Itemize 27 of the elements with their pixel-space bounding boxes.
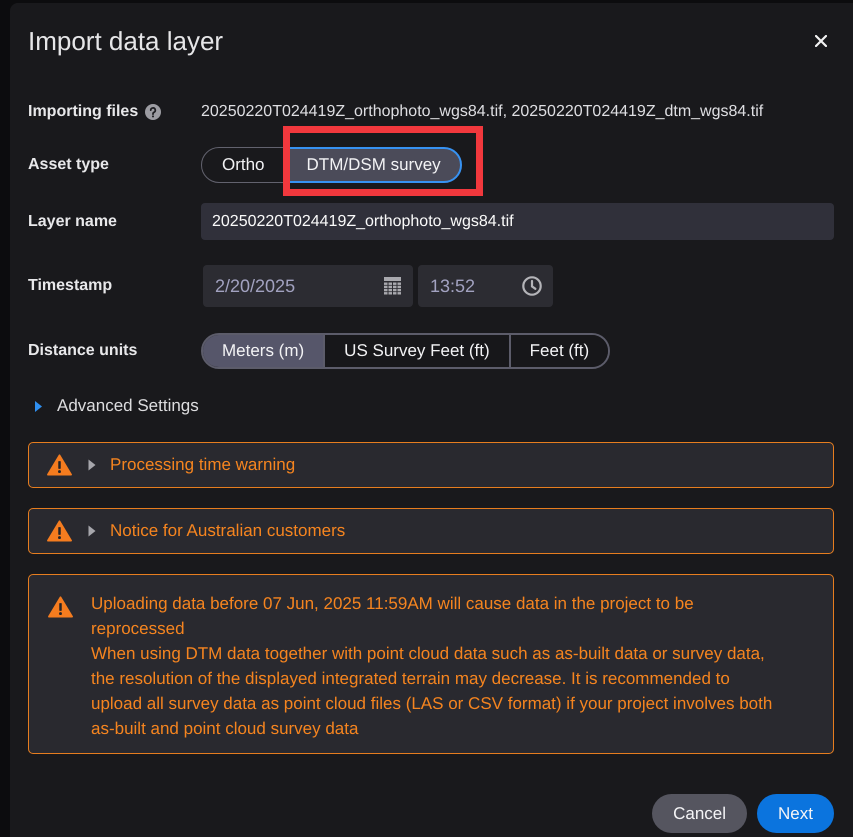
warning-icon — [47, 520, 72, 542]
clock-icon — [522, 276, 542, 296]
field-label: Layer name — [28, 212, 118, 230]
field-label: Timestamp — [28, 277, 114, 295]
notice-title: Notice for Australian customers — [110, 521, 346, 541]
help-icon[interactable] — [145, 104, 162, 120]
warning-text: When using DTM data together with point cloud data such as as-built data or survey data, the resolution of the displayed integrated terrain may decrease. It is recommended to upload all survey data as point cloud files (LAS or CSV format) if your project involves both as-built and point cloud survey data — [91, 643, 774, 740]
dialog-title: Import data layer — [28, 25, 224, 57]
calendar-icon — [384, 277, 401, 295]
next-button[interactable]: Next — [757, 794, 834, 833]
field-label: Distance units — [28, 342, 138, 360]
distance-unit-option[interactable]: Feet (ft) — [508, 335, 608, 367]
field-label: Importing files — [28, 103, 138, 121]
warning-text: Uploading data before 07 Jun, 2025 11:59AM will cause data in the project to be reprocessed — [91, 593, 695, 640]
field-label: Asset type — [28, 156, 110, 174]
warning-icon — [48, 596, 73, 618]
layer-name-field[interactable]: 20250220T024419Z_orthophoto_wgs84.tif — [201, 203, 834, 240]
advanced-settings-toggle[interactable]: Advanced Settings — [28, 395, 199, 417]
asset-type-option[interactable]: Ortho — [201, 147, 286, 183]
cancel-button[interactable]: Cancel — [652, 794, 748, 833]
warning-notice[interactable]: Notice for Australian customers — [28, 508, 834, 554]
file-names: 20250220T024419Z_orthophoto_wgs84.tif, 20250220T024419Z_dtm_wgs84.tif — [201, 103, 764, 121]
close-icon — [815, 35, 827, 47]
distance-unit-option[interactable]: Meters (m) — [203, 335, 324, 367]
warning-icon — [47, 454, 72, 476]
notice-title: Processing time warning — [110, 455, 296, 475]
warning-notice[interactable]: Processing time warning — [28, 442, 834, 488]
